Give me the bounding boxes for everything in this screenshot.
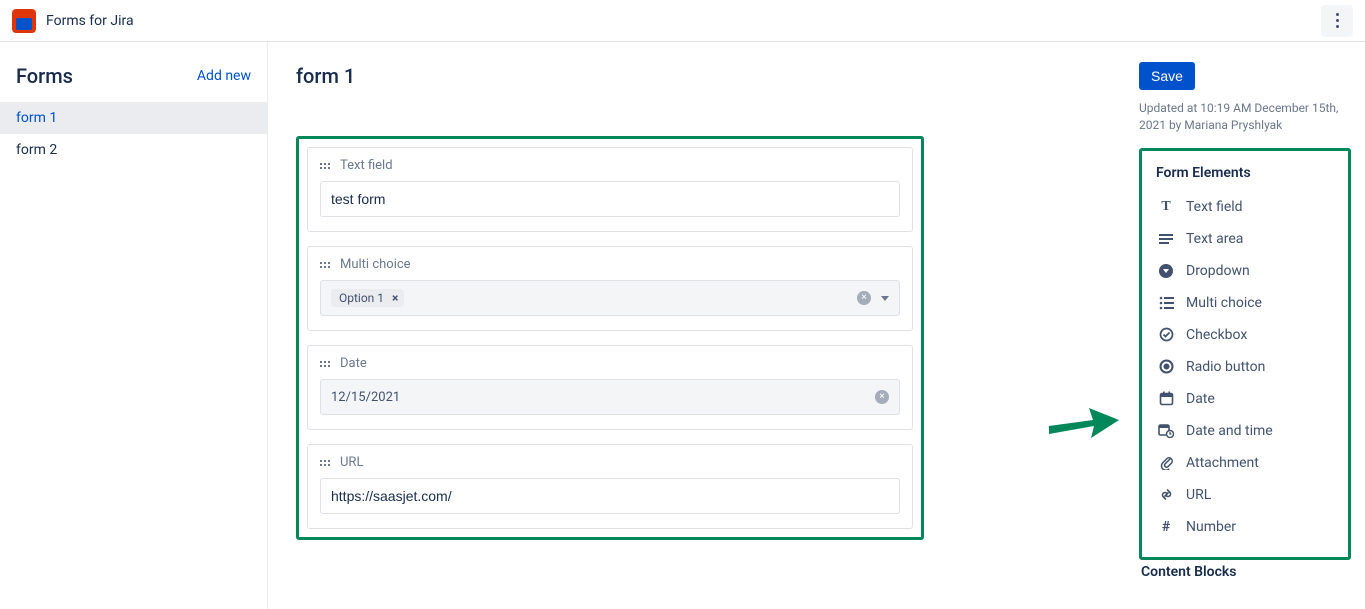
field-label: Date [340, 356, 367, 371]
element-text-field[interactable]: T Text field [1156, 191, 1334, 223]
editor-main: form 1 Text field Multi choice Option [268, 42, 1125, 609]
element-label: Attachment [1186, 455, 1259, 471]
element-label: URL [1186, 487, 1211, 503]
multichoice-icon [1158, 295, 1174, 311]
url-icon [1158, 487, 1174, 503]
sidebar-item-form-2[interactable]: form 2 [0, 134, 267, 166]
radio-icon [1158, 359, 1174, 375]
element-label: Radio button [1186, 359, 1265, 375]
drag-handle-icon[interactable] [320, 358, 332, 370]
url-input[interactable] [320, 478, 900, 514]
field-label: Multi choice [340, 257, 411, 272]
app-title: Forms for Jira [46, 13, 134, 29]
updated-text: Updated at 10:19 AM December 15th, 2021 … [1139, 100, 1351, 134]
element-attachment[interactable]: Attachment [1156, 447, 1334, 479]
form-elements-panel: Form Elements T Text field Text area [1139, 148, 1351, 560]
datetime-icon [1158, 423, 1174, 439]
field-label: Text field [340, 158, 393, 173]
clear-icon[interactable]: × [857, 291, 871, 305]
drag-handle-icon[interactable] [320, 457, 332, 469]
element-multi-choice[interactable]: Multi choice [1156, 287, 1334, 319]
chip-option-1: Option 1 × [331, 289, 404, 307]
dropdown-icon [1158, 263, 1174, 279]
topbar: Forms for Jira [0, 0, 1365, 42]
element-label: Multi choice [1186, 295, 1262, 311]
number-icon: # [1158, 519, 1174, 535]
more-menu-button[interactable] [1321, 5, 1353, 37]
element-date-and-time[interactable]: Date and time [1156, 415, 1334, 447]
element-label: Dropdown [1186, 263, 1250, 279]
element-label: Date [1186, 391, 1215, 407]
form-title: form 1 [296, 64, 1097, 88]
sidebar: Forms Add new form 1 form 2 [0, 42, 268, 609]
date-icon [1158, 391, 1174, 407]
chip-remove-icon[interactable]: × [388, 291, 402, 305]
drag-handle-icon[interactable] [320, 259, 332, 271]
field-text[interactable]: Text field [307, 147, 913, 232]
field-date[interactable]: Date 12/15/2021 × [307, 345, 913, 430]
chevron-down-icon[interactable] [881, 296, 889, 301]
date-value: 12/15/2021 [331, 390, 400, 405]
field-url[interactable]: URL [307, 444, 913, 529]
sidebar-title: Forms [16, 64, 73, 88]
content-blocks-title: Content Blocks [1139, 564, 1351, 580]
element-dropdown[interactable]: Dropdown [1156, 255, 1334, 287]
text-icon: T [1158, 199, 1174, 215]
element-url[interactable]: URL [1156, 479, 1334, 511]
app-icon [12, 9, 36, 33]
drag-handle-icon[interactable] [320, 160, 332, 172]
save-button[interactable]: Save [1139, 62, 1195, 90]
multi-choice-input[interactable]: Option 1 × × [320, 280, 900, 316]
textarea-icon [1158, 231, 1174, 247]
element-checkbox[interactable]: Checkbox [1156, 319, 1334, 351]
field-multi-choice[interactable]: Multi choice Option 1 × × [307, 246, 913, 331]
text-field-input[interactable] [320, 181, 900, 217]
element-label: Text area [1186, 231, 1243, 247]
element-label: Checkbox [1186, 327, 1247, 343]
element-label: Text field [1186, 199, 1243, 215]
add-new-button[interactable]: Add new [197, 68, 251, 84]
field-label: URL [340, 455, 363, 470]
date-input[interactable]: 12/15/2021 × [320, 379, 900, 415]
element-number[interactable]: # Number [1156, 511, 1334, 543]
right-panel: Save Updated at 10:19 AM December 15th, … [1125, 42, 1365, 609]
element-radio-button[interactable]: Radio button [1156, 351, 1334, 383]
checkbox-icon [1158, 327, 1174, 343]
clear-icon[interactable]: × [875, 390, 889, 404]
chip-label: Option 1 [339, 291, 384, 305]
sidebar-item-form-1[interactable]: form 1 [0, 102, 267, 134]
more-vertical-icon [1336, 13, 1339, 28]
canvas-highlight: Text field Multi choice Option 1 × × [296, 136, 924, 540]
attachment-icon [1158, 455, 1174, 471]
element-label: Date and time [1186, 423, 1273, 439]
element-text-area[interactable]: Text area [1156, 223, 1334, 255]
form-elements-title: Form Elements [1156, 165, 1334, 181]
element-label: Number [1186, 519, 1236, 535]
element-date[interactable]: Date [1156, 383, 1334, 415]
